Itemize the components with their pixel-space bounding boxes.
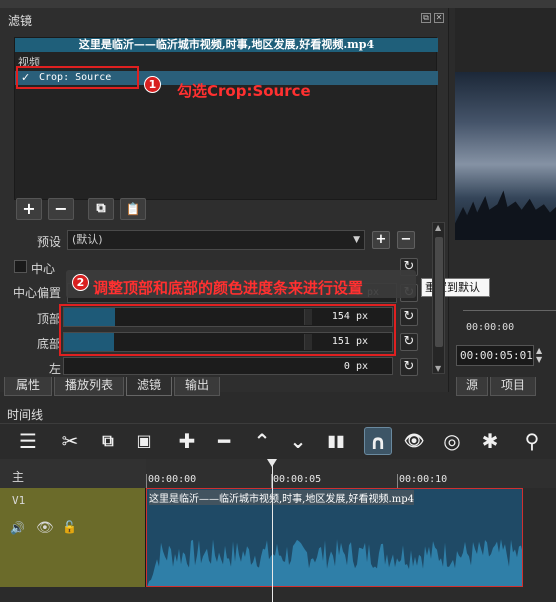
copy-filter-icon[interactable]: ⧉ bbox=[88, 198, 114, 220]
scrub-icon[interactable]: 👁 bbox=[400, 427, 428, 455]
center-label: 中心 bbox=[31, 262, 56, 276]
left-value: 0 px bbox=[343, 361, 368, 372]
ruler-tick bbox=[397, 474, 398, 488]
audio-icon[interactable]: 🔊 bbox=[10, 521, 25, 535]
left-label: 左 bbox=[49, 362, 62, 376]
lock-icon[interactable]: 🔓 bbox=[62, 520, 77, 534]
player-ruler-time: 00:00:00 bbox=[466, 322, 515, 333]
annotation-text-1: 勾选Crop:Source bbox=[177, 82, 311, 100]
tab-properties[interactable]: 属性 bbox=[4, 377, 52, 396]
reset-icon[interactable]: ↻ bbox=[400, 308, 418, 326]
timecode-spin-icon[interactable]: ▲ ▼ bbox=[536, 346, 542, 364]
timeline-clip[interactable]: 这里是临沂——临沂城市视频,时事,地区发展,好看视频.mp4 bbox=[146, 488, 523, 587]
menu-icon[interactable]: ☰ bbox=[14, 427, 42, 455]
float-button[interactable]: ⧉ bbox=[421, 13, 431, 23]
v1-track-header[interactable]: V1 🔊 👁 🔓 bbox=[0, 488, 146, 587]
bottom-label: 底部 bbox=[37, 337, 62, 351]
overwrite-icon[interactable]: ⌄ bbox=[284, 427, 312, 455]
split-icon[interactable]: ▮▮ bbox=[322, 427, 350, 455]
center-bias-label: 中心偏置 bbox=[13, 286, 62, 300]
preset-add-button[interactable]: + bbox=[372, 231, 390, 249]
master-track-header: 主 bbox=[0, 459, 146, 488]
copy-icon[interactable]: ⧉ bbox=[94, 427, 122, 455]
ruler-tick bbox=[146, 474, 147, 488]
eye-icon[interactable]: 👁 bbox=[36, 520, 54, 536]
add-filter-button[interactable]: + bbox=[16, 198, 42, 220]
annotation-number-1: 1 bbox=[144, 76, 161, 93]
timeline-empty-area bbox=[146, 587, 556, 602]
playhead-knob[interactable] bbox=[267, 459, 277, 467]
reset-icon[interactable]: ↻ bbox=[400, 333, 418, 351]
zoom-out-icon[interactable]: ⚲ bbox=[518, 427, 546, 455]
annotation-box-1 bbox=[16, 66, 139, 89]
clip-name: 这里是临沂——临沂城市视频,时事,地区发展,好看视频.mp4 bbox=[15, 38, 438, 52]
scroll-down-icon[interactable]: ▼ bbox=[435, 364, 441, 373]
cut-icon[interactable]: ✂ bbox=[56, 427, 84, 455]
timeline-ruler[interactable] bbox=[146, 459, 556, 488]
paste-filter-icon[interactable]: 📋 bbox=[120, 198, 146, 220]
remove-icon[interactable]: ━ bbox=[210, 427, 238, 455]
remove-filter-button[interactable]: − bbox=[48, 198, 74, 220]
ruler-label-10: 00:00:10 bbox=[399, 474, 448, 485]
lift-icon[interactable]: ⌃ bbox=[248, 427, 276, 455]
scroll-up-icon[interactable]: ▲ bbox=[435, 223, 441, 232]
tab-source[interactable]: 源 bbox=[456, 377, 488, 396]
left-slider[interactable]: 0 px bbox=[63, 357, 393, 375]
scrollbar-thumb[interactable] bbox=[435, 237, 443, 347]
timeline-title: 时间线 bbox=[7, 408, 44, 422]
master-label: 主 bbox=[12, 470, 25, 484]
annotation-text-2: 调整顶部和底部的颜色进度条来进行设置 bbox=[93, 279, 364, 297]
preset-select[interactable]: (默认) ▼ bbox=[67, 230, 365, 250]
track-label: V1 bbox=[12, 494, 26, 507]
chevron-down-icon: ▼ bbox=[353, 235, 360, 245]
ruler-label-5: 00:00:05 bbox=[273, 474, 322, 485]
properties-scrollbar[interactable]: ▲ ▼ bbox=[432, 222, 445, 374]
annotation-number-2: 2 bbox=[72, 274, 89, 291]
ripple-icon[interactable]: ◎ bbox=[438, 427, 466, 455]
audio-waveform bbox=[147, 539, 522, 586]
player-timecode[interactable]: 00:00:05:01 bbox=[456, 345, 534, 366]
tab-filters[interactable]: 滤镜 bbox=[126, 377, 172, 396]
menubar bbox=[0, 0, 556, 8]
annotation-box-2 bbox=[59, 304, 396, 356]
append-icon[interactable]: ✚ bbox=[173, 427, 201, 455]
tab-export[interactable]: 输出 bbox=[174, 377, 220, 396]
close-button[interactable]: ✕ bbox=[434, 13, 444, 23]
snap-icon[interactable]: ∩ bbox=[364, 427, 392, 455]
ripple-all-icon[interactable]: ✱ bbox=[476, 427, 504, 455]
tab-project[interactable]: 项目 bbox=[490, 377, 536, 396]
paste-icon[interactable]: ▣ bbox=[130, 427, 158, 455]
preset-label: 预设 bbox=[37, 235, 62, 249]
filter-list: 这里是临沂——临沂城市视频,时事,地区发展,好看视频.mp4 视频 ✓ Crop… bbox=[14, 37, 438, 200]
preset-remove-button[interactable]: − bbox=[397, 231, 415, 249]
ruler-label-0: 00:00:00 bbox=[148, 474, 197, 485]
top-label: 顶部 bbox=[37, 312, 62, 326]
center-checkbox[interactable] bbox=[14, 260, 27, 273]
dock-title: 滤镜 bbox=[8, 14, 33, 28]
clip-title: 这里是临沂——临沂城市视频,时事,地区发展,好看视频.mp4 bbox=[149, 490, 414, 505]
tab-playlist[interactable]: 播放列表 bbox=[54, 377, 124, 396]
reset-icon[interactable]: ↻ bbox=[400, 358, 418, 376]
right-panel-header bbox=[455, 8, 556, 72]
preset-value: (默认) bbox=[72, 233, 103, 246]
playhead[interactable] bbox=[272, 459, 273, 602]
